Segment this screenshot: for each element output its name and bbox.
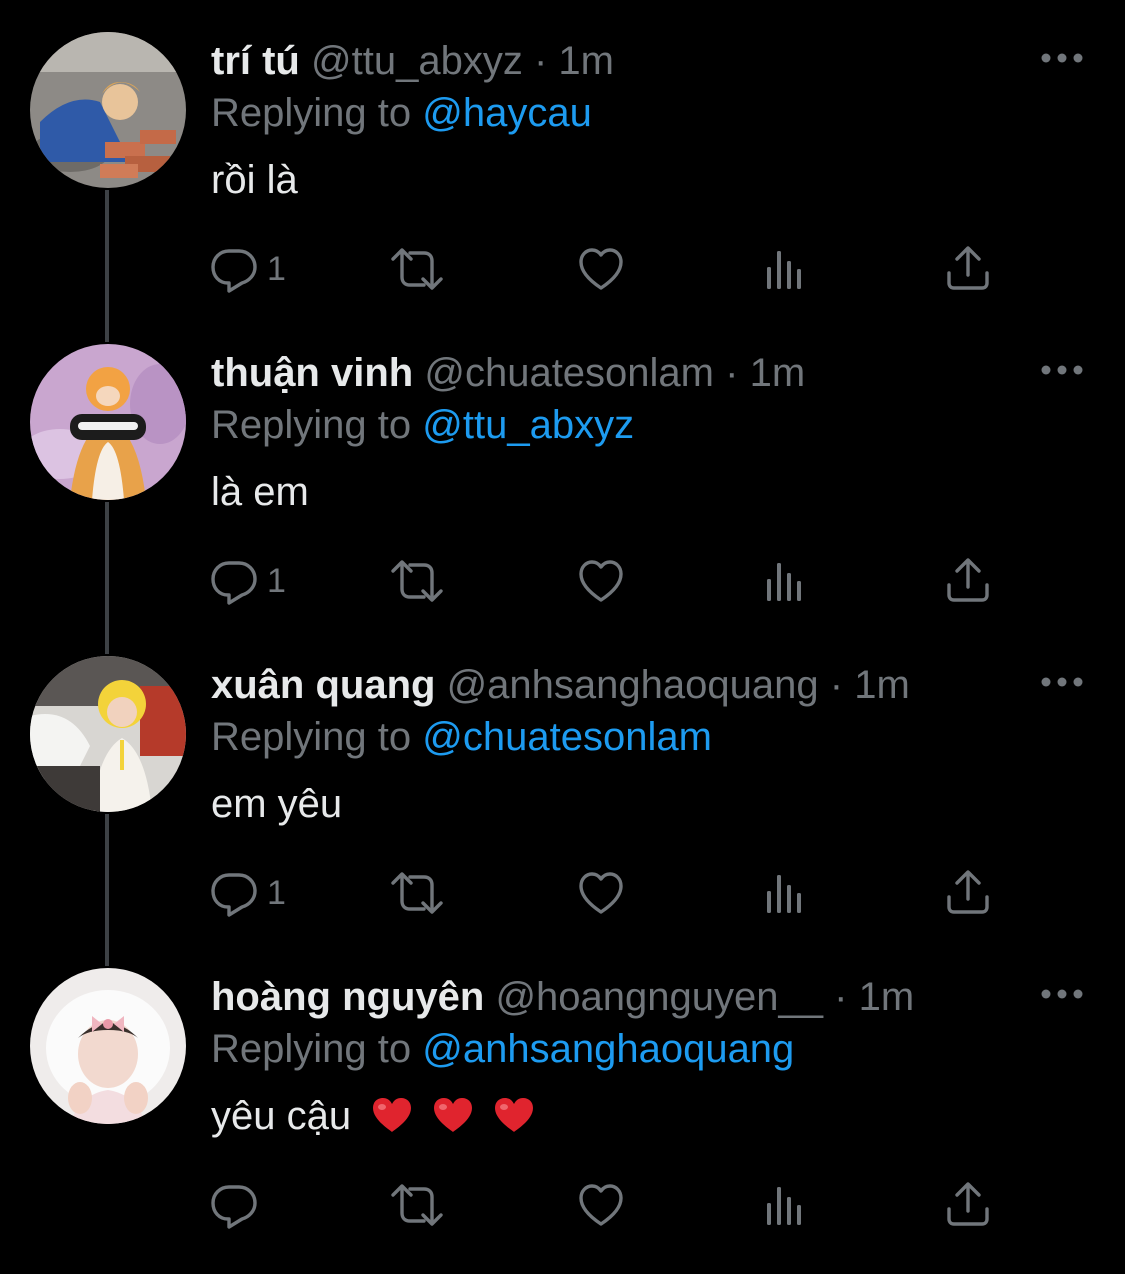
share-button[interactable] xyxy=(944,1180,992,1230)
tweet-header: thuận vinh @chuatesonlam · 1m xyxy=(211,348,805,398)
share-icon xyxy=(944,869,992,917)
timestamp[interactable]: 1m xyxy=(558,39,614,83)
reply-button[interactable]: 1 xyxy=(211,868,286,918)
tweet-header: hoàng nguyên @hoangnguyen__ · 1m xyxy=(211,972,914,1022)
retweet-button[interactable] xyxy=(387,1180,447,1230)
share-icon xyxy=(944,557,992,605)
retweet-button[interactable] xyxy=(387,556,447,606)
views-button[interactable] xyxy=(761,1180,809,1230)
views-button[interactable] xyxy=(761,868,809,918)
separator-dot: · xyxy=(725,351,739,395)
replying-to: Replying to @ttu_abxyz xyxy=(211,400,634,450)
reply-tweet[interactable]: thuận vinh @chuatesonlam · 1m Replying t… xyxy=(0,312,1125,624)
reply-icon xyxy=(211,557,259,605)
replying-to-label: Replying to xyxy=(211,91,412,135)
display-name[interactable]: hoàng nguyên xyxy=(211,975,484,1019)
bar-chart-icon xyxy=(761,245,809,293)
retweet-icon xyxy=(387,869,447,917)
tweet-header: xuân quang @anhsanghaoquang · 1m xyxy=(211,660,910,710)
heart-icon xyxy=(577,869,625,917)
reply-tweet[interactable]: xuân quang @anhsanghaoquang · 1m Replyin… xyxy=(0,624,1125,936)
red-heart-emoji-icon xyxy=(433,1097,473,1133)
reply-icon xyxy=(211,1181,259,1229)
reply-button[interactable] xyxy=(211,1180,267,1230)
like-button[interactable] xyxy=(577,1180,625,1230)
replying-to: Replying to @haycau xyxy=(211,88,592,138)
like-button[interactable] xyxy=(577,868,625,918)
avatar[interactable] xyxy=(30,656,186,812)
replying-to-label: Replying to xyxy=(211,715,412,759)
user-handle[interactable]: @anhsanghaoquang xyxy=(447,663,819,707)
more-options-icon[interactable] xyxy=(1040,986,1084,1002)
reply-icon xyxy=(211,869,259,917)
tweet-header: trí tú @ttu_abxyz · 1m xyxy=(211,36,614,86)
views-button[interactable] xyxy=(761,244,809,294)
display-name[interactable]: xuân quang xyxy=(211,663,435,707)
replying-to-label: Replying to xyxy=(211,1027,412,1071)
reply-mention-link[interactable]: @anhsanghaoquang xyxy=(422,1027,794,1071)
reply-mention-link[interactable]: @chuatesonlam xyxy=(422,715,712,759)
display-name[interactable]: thuận vinh xyxy=(211,351,413,395)
bar-chart-icon xyxy=(761,1181,809,1229)
separator-dot: · xyxy=(829,663,844,707)
timestamp[interactable]: 1m xyxy=(859,975,915,1019)
timestamp[interactable]: 1m xyxy=(854,663,910,707)
user-handle[interactable]: @chuatesonlam xyxy=(424,351,714,395)
views-button[interactable] xyxy=(761,556,809,606)
action-bar: 1 xyxy=(211,556,1011,606)
tweet-text: em yêu xyxy=(211,782,343,826)
share-icon xyxy=(944,1181,992,1229)
separator-dot: · xyxy=(834,975,848,1019)
share-button[interactable] xyxy=(944,868,992,918)
action-bar: 1 xyxy=(211,868,1011,918)
reply-count: 1 xyxy=(267,874,286,912)
more-options-icon[interactable] xyxy=(1040,362,1084,378)
action-bar: 1 xyxy=(211,244,1011,294)
share-button[interactable] xyxy=(944,244,992,294)
avatar[interactable] xyxy=(30,968,186,1124)
more-options-icon[interactable] xyxy=(1040,50,1084,66)
reply-tweet[interactable]: hoàng nguyên @hoangnguyen__ · 1m Replyin… xyxy=(0,936,1125,1248)
action-bar xyxy=(211,1180,1011,1230)
like-button[interactable] xyxy=(577,244,625,294)
timestamp[interactable]: 1m xyxy=(750,351,806,395)
tweet-text: là em xyxy=(211,470,309,514)
bar-chart-icon xyxy=(761,557,809,605)
reply-count: 1 xyxy=(267,250,286,288)
avatar[interactable] xyxy=(30,344,186,500)
share-icon xyxy=(944,245,992,293)
more-options-icon[interactable] xyxy=(1040,674,1084,690)
replying-to: Replying to @chuatesonlam xyxy=(211,712,712,762)
retweet-icon xyxy=(387,1181,447,1229)
heart-icon xyxy=(577,1181,625,1229)
replying-to-label: Replying to xyxy=(211,403,412,447)
reply-button[interactable]: 1 xyxy=(211,556,286,606)
tweet-text: rồi là xyxy=(211,158,298,202)
heart-icon xyxy=(577,245,625,293)
retweet-icon xyxy=(387,245,447,293)
tweet-text: yêu cậu xyxy=(211,1094,352,1138)
retweet-icon xyxy=(387,557,447,605)
retweet-button[interactable] xyxy=(387,244,447,294)
reply-tweet[interactable]: trí tú @ttu_abxyz · 1m Replying to @hayc… xyxy=(0,0,1125,312)
heart-icon xyxy=(577,557,625,605)
reply-mention-link[interactable]: @ttu_abxyz xyxy=(422,403,634,447)
replying-to: Replying to @anhsanghaoquang xyxy=(211,1024,794,1074)
bar-chart-icon xyxy=(761,869,809,917)
user-handle[interactable]: @hoangnguyen__ xyxy=(495,975,823,1019)
share-button[interactable] xyxy=(944,556,992,606)
like-button[interactable] xyxy=(577,556,625,606)
reply-count: 1 xyxy=(267,562,286,600)
red-heart-emoji-icon xyxy=(372,1097,412,1133)
user-handle[interactable]: @ttu_abxyz xyxy=(311,39,523,83)
reply-icon xyxy=(211,245,259,293)
tweet-text-row: yêu cậu xyxy=(211,1091,534,1141)
red-heart-emoji-icon xyxy=(494,1097,534,1133)
avatar[interactable] xyxy=(30,32,186,188)
display-name[interactable]: trí tú xyxy=(211,39,300,83)
retweet-button[interactable] xyxy=(387,868,447,918)
reply-mention-link[interactable]: @haycau xyxy=(422,91,592,135)
separator-dot: · xyxy=(533,39,548,83)
reply-button[interactable]: 1 xyxy=(211,244,286,294)
